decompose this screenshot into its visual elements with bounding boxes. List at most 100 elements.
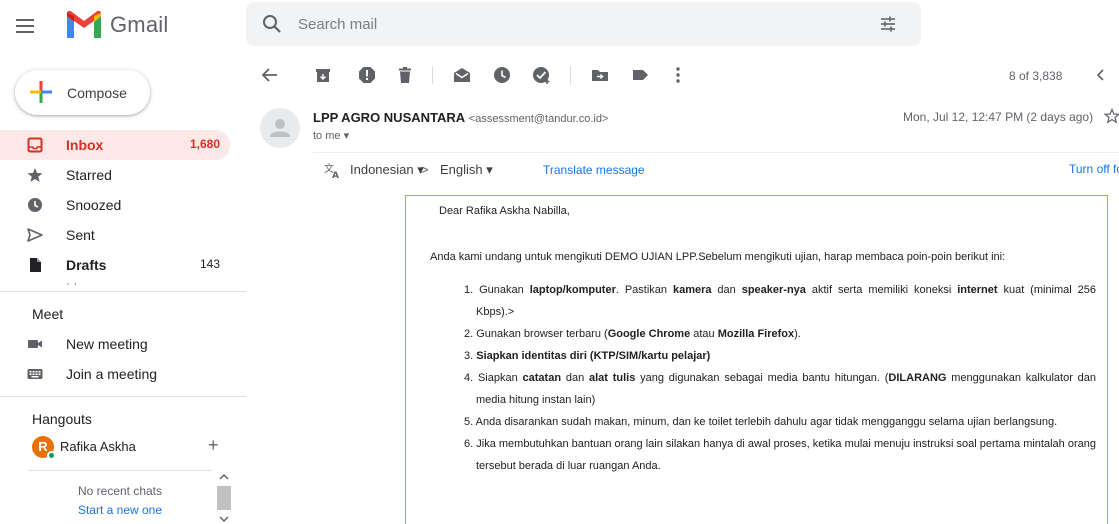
list-number: 3. bbox=[464, 350, 477, 362]
search-icon[interactable] bbox=[262, 14, 282, 34]
recipient-toggle[interactable]: to me ▾ bbox=[313, 129, 349, 142]
list-number: 6. bbox=[464, 438, 477, 450]
scroll-up-icon[interactable] bbox=[219, 472, 229, 482]
bold-text: Google Chrome bbox=[607, 328, 691, 340]
text-segment: dan bbox=[561, 372, 589, 384]
label-icon[interactable] bbox=[630, 65, 650, 85]
new-meeting-button[interactable]: New meeting bbox=[0, 330, 230, 358]
search-input[interactable] bbox=[298, 14, 858, 34]
text-segment: dan bbox=[711, 284, 742, 296]
report-spam-icon[interactable] bbox=[357, 65, 377, 85]
add-to-tasks-icon[interactable] bbox=[532, 65, 552, 85]
mark-unread-icon[interactable] bbox=[452, 65, 472, 85]
caret-down-icon: ▾ bbox=[343, 130, 350, 142]
translate-icon: 文 A bbox=[324, 162, 339, 180]
start-new-chat-link[interactable]: Start a new one bbox=[28, 503, 212, 517]
text-segment: atau bbox=[690, 328, 718, 340]
add-chat-plus-icon[interactable]: + bbox=[208, 436, 224, 454]
snooze-clock-icon[interactable] bbox=[492, 65, 512, 85]
unread-count: 1,680 bbox=[189, 137, 220, 151]
source-language-select[interactable]: Indonesian ▾ bbox=[350, 162, 424, 178]
hangouts-user-name: Rafika Askha bbox=[60, 439, 136, 454]
sender-avatar[interactable] bbox=[260, 108, 300, 148]
translate-bar: 文 A Indonesian ▾ > English ▾ Translate m… bbox=[313, 152, 1119, 186]
text-segment: Siapkan bbox=[477, 372, 523, 384]
search-options-icon[interactable] bbox=[878, 14, 898, 34]
top-bar: Gmail bbox=[0, 0, 1119, 52]
inbox-icon bbox=[27, 137, 43, 153]
sidebar-item-label: Drafts bbox=[66, 257, 107, 273]
move-to-folder-icon[interactable] bbox=[590, 65, 610, 85]
clock-icon bbox=[28, 198, 42, 212]
email-intro: Anda kami undang untuk mengikuti DEMO UJ… bbox=[430, 251, 1006, 263]
more-options-icon[interactable] bbox=[668, 65, 688, 85]
turn-off-translate-link[interactable]: Turn off for: I bbox=[1069, 162, 1119, 176]
toolbar-divider bbox=[432, 66, 433, 84]
list-item: 3. Siapkan identitas diri (KTP/SIM/kartu… bbox=[464, 345, 1096, 367]
chevron-left-icon[interactable] bbox=[1094, 67, 1108, 83]
list-item: 5. Anda disarankan sudah makan, minum, d… bbox=[464, 411, 1096, 433]
toolbar-divider bbox=[570, 66, 571, 84]
list-item: 6. Jika membutuhkan bantuan orang lain s… bbox=[464, 433, 1096, 477]
sidebar-item-inbox[interactable]: Inbox 1,680 bbox=[0, 130, 230, 160]
send-icon bbox=[27, 228, 43, 242]
sidebar-item-label: Starred bbox=[66, 167, 112, 183]
sidebar-item-sent[interactable]: Sent bbox=[0, 220, 230, 250]
delete-icon[interactable] bbox=[395, 65, 415, 85]
target-language-label: English bbox=[440, 162, 483, 177]
sidebar-item-drafts[interactable]: Drafts 143 bbox=[0, 250, 230, 280]
sidebar-item-snoozed[interactable]: Snoozed bbox=[0, 190, 230, 220]
list-item: 1. Gunakan laptop/komputer. Pastikan kam… bbox=[464, 279, 1096, 323]
email-date: Mon, Jul 12, 12:47 PM (2 days ago) bbox=[903, 110, 1094, 124]
more-labels-indicator[interactable]: · · bbox=[66, 277, 77, 289]
list-number: 4. bbox=[464, 372, 478, 384]
list-number: 5. bbox=[464, 416, 476, 428]
compose-label: Compose bbox=[67, 85, 127, 101]
bold-text: Siapkan identitas diri (KTP/SIM/kartu pe… bbox=[476, 350, 711, 362]
sidebar-item-label: Inbox bbox=[66, 137, 104, 153]
translate-message-link[interactable]: Translate message bbox=[543, 163, 645, 177]
main-menu-icon[interactable] bbox=[13, 14, 37, 38]
bold-text: speaker-nya bbox=[741, 284, 806, 296]
draft-icon bbox=[30, 258, 41, 272]
person-icon bbox=[270, 119, 290, 137]
gmail-logo-icon[interactable] bbox=[65, 10, 103, 40]
sender-name[interactable]: LPP AGRO NUSANTARA bbox=[313, 110, 465, 125]
caret-down-icon: ▾ bbox=[486, 162, 493, 177]
text-segment: Gunakan browser terbaru ( bbox=[476, 328, 608, 340]
text-segment: . Pastikan bbox=[615, 284, 673, 296]
bold-text: catatan bbox=[522, 372, 562, 384]
text-segment: Jika membutuhkan bantuan orang lain sila… bbox=[476, 438, 1096, 472]
no-recent-chats-text: No recent chats bbox=[77, 484, 163, 498]
sidebar-item-starred[interactable]: Starred bbox=[0, 160, 230, 190]
join-meeting-button[interactable]: Join a meeting bbox=[0, 360, 230, 388]
star-icon[interactable] bbox=[1104, 108, 1119, 124]
bold-text: DILARANG bbox=[888, 372, 947, 384]
compose-button[interactable]: Compose bbox=[15, 70, 150, 115]
list-item: 4. Siapkan catatan dan alat tulis yang d… bbox=[464, 367, 1096, 411]
draft-count: 143 bbox=[199, 257, 220, 271]
language-arrow: > bbox=[421, 162, 429, 177]
target-language-select[interactable]: English ▾ bbox=[440, 162, 493, 178]
bold-text: internet bbox=[957, 284, 998, 296]
join-meeting-label: Join a meeting bbox=[66, 366, 158, 382]
back-arrow-icon[interactable] bbox=[260, 65, 280, 85]
instruction-list: 1. Gunakan laptop/komputer. Pastikan kam… bbox=[464, 279, 1096, 477]
archive-icon[interactable] bbox=[313, 65, 333, 85]
bold-text: laptop/komputer bbox=[529, 284, 616, 296]
gmail-wordmark[interactable]: Gmail bbox=[110, 12, 168, 38]
meet-section-title: Meet bbox=[32, 306, 64, 322]
hangouts-section-title: Hangouts bbox=[32, 411, 92, 427]
email-greeting: Dear Rafika Askha Nabilla, bbox=[439, 205, 570, 217]
hangouts-scrollbar[interactable] bbox=[216, 470, 232, 524]
scroll-thumb[interactable] bbox=[217, 486, 231, 510]
compose-plus-icon bbox=[30, 81, 52, 103]
hangouts-user[interactable]: R Rafika Askha bbox=[32, 436, 232, 460]
recent-chats-panel: No recent chats Start a new one bbox=[28, 470, 212, 524]
list-item: 2. Gunakan browser terbaru (Google Chrom… bbox=[464, 323, 1096, 345]
bold-text: kamera bbox=[672, 284, 712, 296]
sidebar-item-label: Snoozed bbox=[66, 197, 122, 213]
scroll-down-icon[interactable] bbox=[219, 514, 229, 524]
sidebar-nav: Inbox 1,680 Starred Snoozed Sent Drafts … bbox=[0, 130, 246, 280]
text-segment: Gunakan bbox=[479, 284, 530, 296]
